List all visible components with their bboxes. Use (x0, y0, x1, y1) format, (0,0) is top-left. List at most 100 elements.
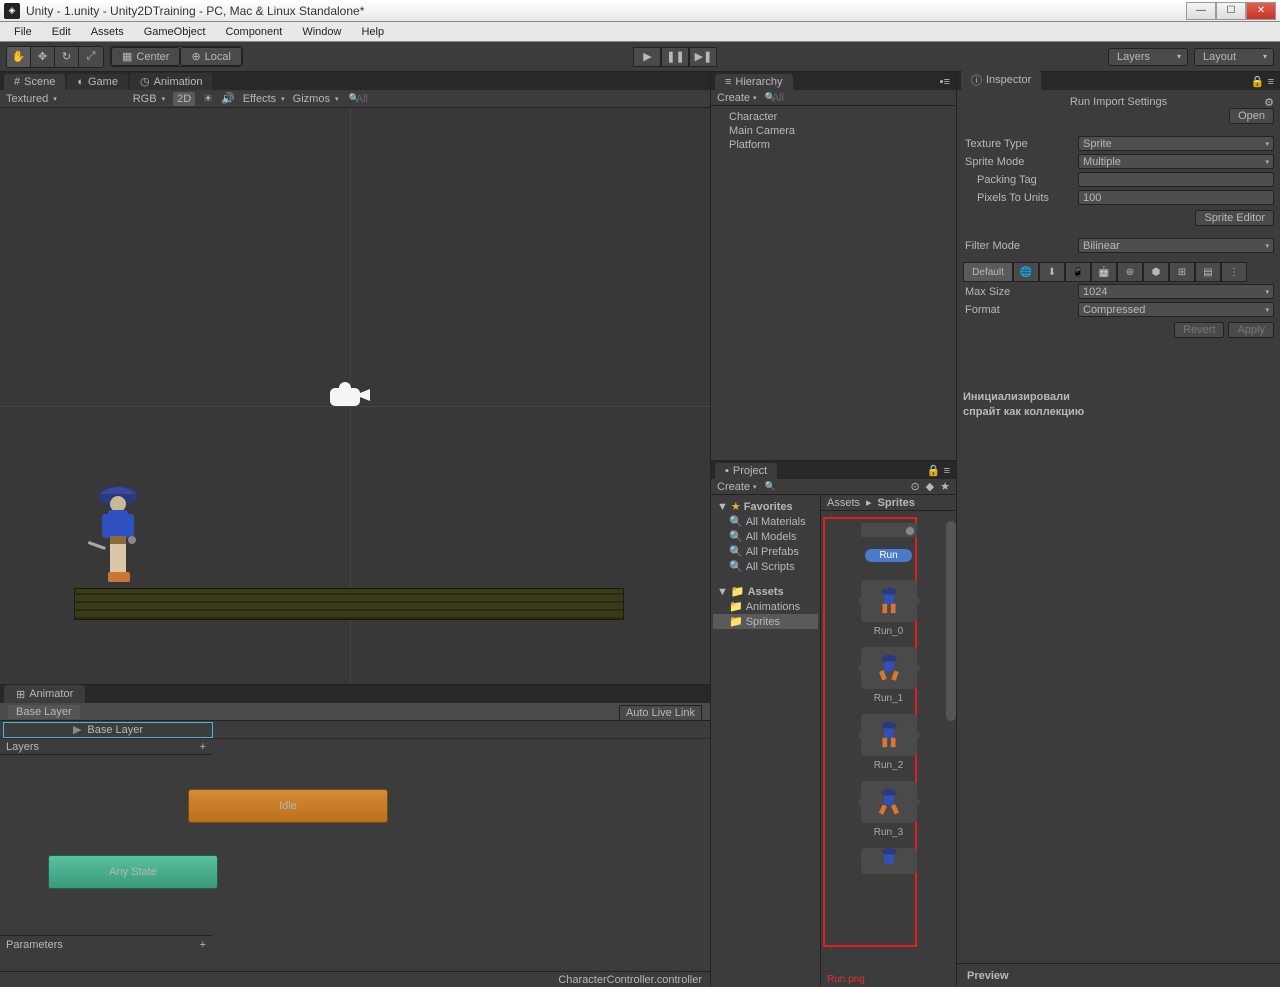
project-search[interactable] (763, 481, 905, 493)
animations-folder[interactable]: 📁Animations (713, 599, 818, 614)
light-icon[interactable]: ☀ (203, 92, 213, 105)
breadcrumb-base-layer[interactable]: Base Layer (8, 705, 80, 719)
pivot-toggle[interactable]: ▦Center (111, 47, 180, 66)
step-button[interactable]: ▶❚ (689, 47, 717, 67)
filter-icon[interactable]: ⊙ (910, 480, 919, 493)
open-button[interactable]: Open (1229, 108, 1274, 124)
favorites-header[interactable]: ▼★Favorites (713, 499, 818, 514)
add-parameter-button[interactable]: + (200, 939, 206, 951)
auto-live-link[interactable]: Auto Live Link (619, 705, 702, 721)
effects-dropdown[interactable]: Effects (243, 93, 285, 105)
tab-animation[interactable]: ◷Animation (130, 73, 213, 90)
label-icon[interactable]: ◆ (926, 480, 934, 493)
project-create[interactable]: Create (717, 481, 757, 493)
layers-dropdown[interactable]: Layers (1108, 48, 1188, 66)
pause-button[interactable]: ❚❚ (661, 47, 689, 67)
gear-icon[interactable]: ⚙ (1264, 96, 1274, 109)
tab-game[interactable]: ◐Game (67, 74, 128, 90)
scene-view[interactable] (0, 108, 710, 684)
folder-icon: ▪ (725, 465, 729, 477)
layout-dropdown[interactable]: Layout (1194, 48, 1274, 66)
close-button[interactable]: ✕ (1246, 2, 1276, 20)
texture-type-field[interactable]: Sprite (1078, 136, 1274, 151)
revert-button[interactable]: Revert (1174, 322, 1224, 338)
platform-sprite[interactable] (74, 588, 624, 620)
platform-android[interactable]: 🤖 (1091, 262, 1117, 282)
gizmos-dropdown[interactable]: Gizmos (293, 93, 339, 105)
platform-standalone[interactable]: ⬇ (1039, 262, 1065, 282)
minimize-button[interactable]: — (1186, 2, 1216, 20)
apply-button[interactable]: Apply (1228, 322, 1274, 338)
platform-default[interactable]: Default (963, 262, 1013, 282)
format-field[interactable]: Compressed (1078, 302, 1274, 317)
platform-bb[interactable]: ⊛ (1117, 262, 1143, 282)
state-any-state[interactable]: Any State (48, 855, 218, 889)
fav-materials[interactable]: 🔍All Materials (713, 514, 818, 529)
play-button[interactable]: ▶ (633, 47, 661, 67)
space-toggle[interactable]: ⊕Local (180, 47, 242, 66)
character-sprite[interactable] (88, 478, 148, 588)
state-idle[interactable]: Idle (188, 789, 388, 823)
audio-icon[interactable]: 🔊 (221, 92, 235, 105)
hierarchy-create[interactable]: Create (717, 92, 757, 104)
hierarchy-icon: ≡ (725, 76, 731, 88)
menu-window[interactable]: Window (292, 24, 351, 40)
hierarchy-item-character[interactable]: Character (721, 110, 946, 124)
project-menu[interactable]: 🔒 ≡ (921, 462, 956, 479)
inspector-menu[interactable]: 🔒 ≡ (1245, 73, 1280, 90)
menu-file[interactable]: File (4, 24, 42, 40)
sprites-folder[interactable]: 📁Sprites (713, 614, 818, 629)
scrollbar[interactable] (946, 521, 956, 721)
hierarchy-search[interactable]: All (763, 92, 950, 104)
packing-tag-field[interactable] (1078, 172, 1274, 187)
sprite-mode-label: Sprite Mode (963, 156, 1078, 168)
menu-component[interactable]: Component (215, 24, 292, 40)
add-layer-button[interactable]: + (200, 741, 206, 753)
max-size-field[interactable]: 1024 (1078, 284, 1274, 299)
annotation-text: Инициализировали спрайт как коллекцию (963, 390, 1084, 421)
platform-flash[interactable]: ⬢ (1143, 262, 1169, 282)
sprite-editor-button[interactable]: Sprite Editor (1195, 210, 1274, 226)
move-tool[interactable]: ✥ (31, 47, 55, 67)
bc-assets[interactable]: Assets (827, 497, 860, 509)
project-panel: ▪Project 🔒 ≡ Create ⊙ ◆ ★ ▼★Favorites 🔍A… (711, 460, 956, 987)
scene-search[interactable]: All (346, 93, 426, 105)
sprite-mode-field[interactable]: Multiple (1078, 154, 1274, 169)
platform-web[interactable]: 🌐 (1013, 262, 1039, 282)
tab-animator[interactable]: ⊞Animator (4, 685, 85, 703)
maximize-button[interactable]: ☐ (1216, 2, 1246, 20)
menu-edit[interactable]: Edit (42, 24, 81, 40)
color-mode[interactable]: RGB (133, 93, 165, 105)
hierarchy-menu[interactable]: ▪≡ (934, 74, 956, 90)
scale-tool[interactable]: ⤢ (79, 47, 103, 67)
menu-assets[interactable]: Assets (81, 24, 134, 40)
pixels-to-units-field[interactable]: 100 (1078, 190, 1274, 205)
layer-base[interactable]: ▶Base Layer (3, 722, 213, 738)
fav-scripts[interactable]: 🔍All Scripts (713, 559, 818, 574)
render-mode[interactable]: Textured (6, 93, 57, 105)
tab-inspector[interactable]: ⓘInspector (961, 70, 1041, 90)
platform-more[interactable]: ⋮ (1221, 262, 1247, 282)
tab-hierarchy[interactable]: ≡Hierarchy (715, 74, 793, 90)
animator-graph[interactable]: Idle Any State Parameters + (0, 755, 710, 971)
hierarchy-item-camera[interactable]: Main Camera (721, 124, 946, 138)
save-search-icon[interactable]: ★ (940, 480, 950, 493)
tab-scene[interactable]: #Scene (4, 74, 65, 90)
platform-store[interactable]: ▤ (1195, 262, 1221, 282)
fav-prefabs[interactable]: 🔍All Prefabs (713, 544, 818, 559)
filter-mode-field[interactable]: Bilinear (1078, 238, 1274, 253)
2d-toggle[interactable]: 2D (173, 92, 195, 106)
sprite-root-run[interactable] (861, 523, 917, 537)
rotate-tool[interactable]: ↻ (55, 47, 79, 67)
fav-models[interactable]: 🔍All Models (713, 529, 818, 544)
platform-ios[interactable]: 📱 (1065, 262, 1091, 282)
platform-wp8[interactable]: ⊞ (1169, 262, 1195, 282)
bc-sprites[interactable]: Sprites (878, 497, 915, 509)
assets-folder[interactable]: ▼📁Assets (713, 584, 818, 599)
hand-tool[interactable]: ✋ (7, 47, 31, 67)
menu-gameobject[interactable]: GameObject (134, 24, 216, 40)
project-grid[interactable]: Run Run_0 Run_1 Run_2 (821, 511, 956, 987)
hierarchy-item-platform[interactable]: Platform (721, 138, 946, 152)
menu-help[interactable]: Help (351, 24, 394, 40)
tab-project[interactable]: ▪Project (715, 463, 777, 479)
